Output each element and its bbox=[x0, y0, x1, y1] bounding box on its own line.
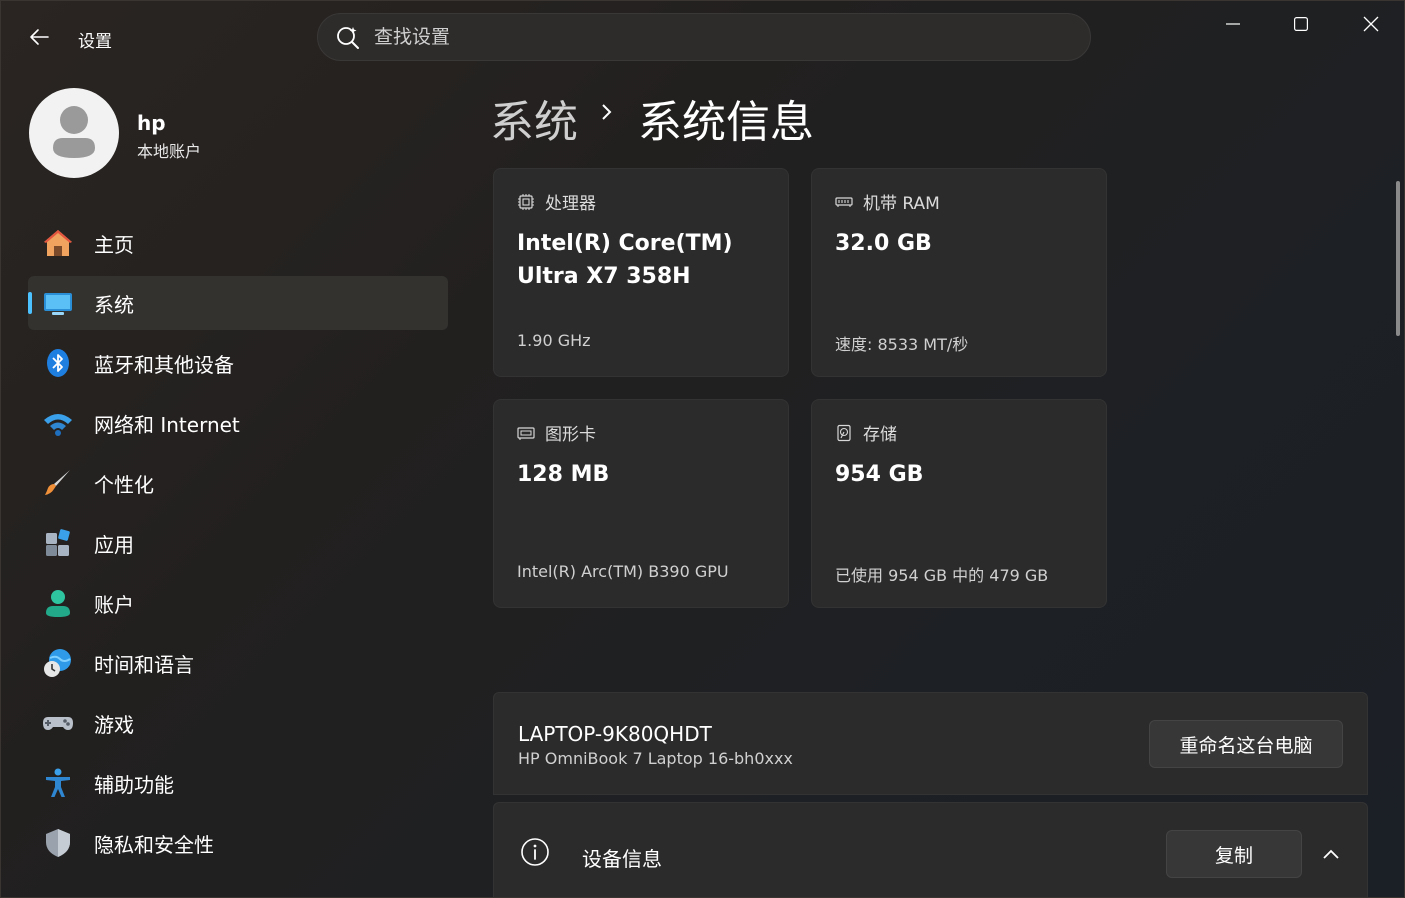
home-icon bbox=[42, 227, 74, 259]
sidebar-item-time-language[interactable]: 时间和语言 bbox=[28, 636, 448, 690]
back-arrow-icon bbox=[30, 29, 49, 45]
system-icon bbox=[42, 287, 74, 319]
scrollbar-thumb[interactable] bbox=[1396, 181, 1400, 336]
close-button[interactable] bbox=[1337, 1, 1404, 47]
account-type: 本地账户 bbox=[137, 142, 202, 161]
device-info-expander[interactable]: 设备信息 复制 bbox=[493, 802, 1368, 897]
breadcrumb-parent[interactable]: 系统 bbox=[490, 86, 578, 150]
gpu-card: 图形卡 128 MB Intel(R) Arc(TM) B390 GPU bbox=[493, 399, 789, 608]
storage-usage: 已使用 954 GB 中的 479 GB bbox=[835, 566, 1049, 585]
page-title: 系统信息 bbox=[638, 97, 814, 148]
sidebar-item-apps[interactable]: 应用 bbox=[28, 516, 448, 570]
ram-card: 机带 RAM 32.0 GB 速度: 8533 MT/秒 bbox=[811, 168, 1107, 377]
sidebar-item-gaming[interactable]: 游戏 bbox=[28, 696, 448, 750]
wifi-icon bbox=[42, 407, 74, 439]
sidebar-item-label: 账户 bbox=[94, 592, 134, 617]
globe-clock-icon bbox=[42, 647, 74, 679]
avatar[interactable] bbox=[29, 88, 119, 178]
sidebar-item-label: 网络和 Internet bbox=[94, 412, 240, 437]
sidebar-item-label: 个性化 bbox=[94, 472, 154, 497]
chevron-up-icon[interactable] bbox=[1316, 841, 1346, 867]
search-input[interactable] bbox=[374, 26, 974, 48]
storage-value: 954 GB bbox=[835, 462, 924, 487]
minimize-button[interactable] bbox=[1199, 1, 1267, 47]
accessibility-icon bbox=[42, 767, 74, 799]
storage-drive-icon bbox=[834, 423, 854, 443]
minimize-icon bbox=[1226, 23, 1240, 25]
gpu-name: Intel(R) Arc(TM) B390 GPU bbox=[517, 562, 729, 581]
close-icon bbox=[1363, 16, 1379, 32]
settings-window: 设置 hp 本地账户 bbox=[0, 0, 1405, 898]
sidebar-item-label: 系统 bbox=[94, 292, 134, 317]
sidebar-item-home[interactable]: 主页 bbox=[28, 216, 448, 270]
user-name: hp bbox=[137, 111, 166, 135]
sidebar-item-label: 隐私和安全性 bbox=[94, 832, 214, 857]
sidebar-item-label: 时间和语言 bbox=[94, 652, 194, 677]
sidebar-item-label: 主页 bbox=[94, 232, 134, 257]
device-name-panel: LAPTOP-9K80QHDT HP OmniBook 7 Laptop 16-… bbox=[493, 692, 1368, 795]
card-label: 存储 bbox=[863, 425, 897, 445]
graphics-card-icon bbox=[516, 423, 536, 443]
maximize-icon bbox=[1294, 17, 1308, 31]
card-label: 图形卡 bbox=[545, 425, 596, 445]
account-icon bbox=[42, 587, 74, 619]
copy-button[interactable]: 复制 bbox=[1166, 830, 1302, 878]
cpu-chip-icon bbox=[516, 192, 536, 212]
sidebar-item-label: 应用 bbox=[94, 532, 134, 557]
sidebar-item-label: 辅助功能 bbox=[94, 772, 174, 797]
sidebar-item-system[interactable]: 系统 bbox=[28, 276, 448, 330]
sidebar-item-personalization[interactable]: 个性化 bbox=[28, 456, 448, 510]
card-label: 机带 RAM bbox=[863, 194, 940, 214]
sidebar-item-accessibility[interactable]: 辅助功能 bbox=[28, 756, 448, 810]
processor-speed: 1.90 GHz bbox=[517, 331, 591, 350]
user-silhouette-icon bbox=[53, 106, 95, 158]
device-name: LAPTOP-9K80QHDT bbox=[518, 722, 712, 746]
maximize-button[interactable] bbox=[1267, 1, 1335, 47]
storage-card: 存储 954 GB 已使用 954 GB 中的 479 GB bbox=[811, 399, 1107, 608]
apps-icon bbox=[42, 527, 74, 559]
sidebar-item-accounts[interactable]: 账户 bbox=[28, 576, 448, 630]
device-info-label: 设备信息 bbox=[582, 847, 662, 871]
search-box[interactable] bbox=[317, 13, 1091, 61]
gpu-value: 128 MB bbox=[517, 462, 610, 487]
processor-card: 处理器 Intel(R) Core(TM) Ultra X7 358H 1.90… bbox=[493, 168, 789, 377]
card-label: 处理器 bbox=[545, 194, 596, 214]
processor-value: Intel(R) Core(TM) Ultra X7 358H bbox=[517, 231, 733, 289]
shield-icon bbox=[42, 827, 74, 859]
ram-speed: 速度: 8533 MT/秒 bbox=[835, 335, 969, 354]
sidebar-nav: 主页 系统 蓝牙和其他设备 网络和 Internet 个性化 应用 账户 时间和… bbox=[28, 216, 448, 876]
back-button[interactable] bbox=[19, 21, 59, 53]
bluetooth-icon bbox=[42, 347, 74, 379]
app-title: 设置 bbox=[78, 32, 112, 52]
sidebar-item-network[interactable]: 网络和 Internet bbox=[28, 396, 448, 450]
search-icon bbox=[334, 23, 362, 51]
sidebar-item-label: 蓝牙和其他设备 bbox=[94, 352, 234, 377]
rename-pc-button[interactable]: 重命名这台电脑 bbox=[1149, 720, 1343, 768]
sidebar-item-privacy[interactable]: 隐私和安全性 bbox=[28, 816, 448, 870]
gamepad-icon bbox=[42, 707, 74, 739]
sidebar-item-label: 游戏 bbox=[94, 712, 134, 737]
sidebar-item-bluetooth[interactable]: 蓝牙和其他设备 bbox=[28, 336, 448, 390]
brush-icon bbox=[42, 467, 74, 499]
memory-icon bbox=[834, 192, 854, 212]
info-icon bbox=[521, 838, 549, 866]
device-model: HP OmniBook 7 Laptop 16-bh0xxx bbox=[518, 749, 793, 768]
chevron-right-icon bbox=[597, 94, 617, 130]
ram-value: 32.0 GB bbox=[835, 231, 932, 256]
